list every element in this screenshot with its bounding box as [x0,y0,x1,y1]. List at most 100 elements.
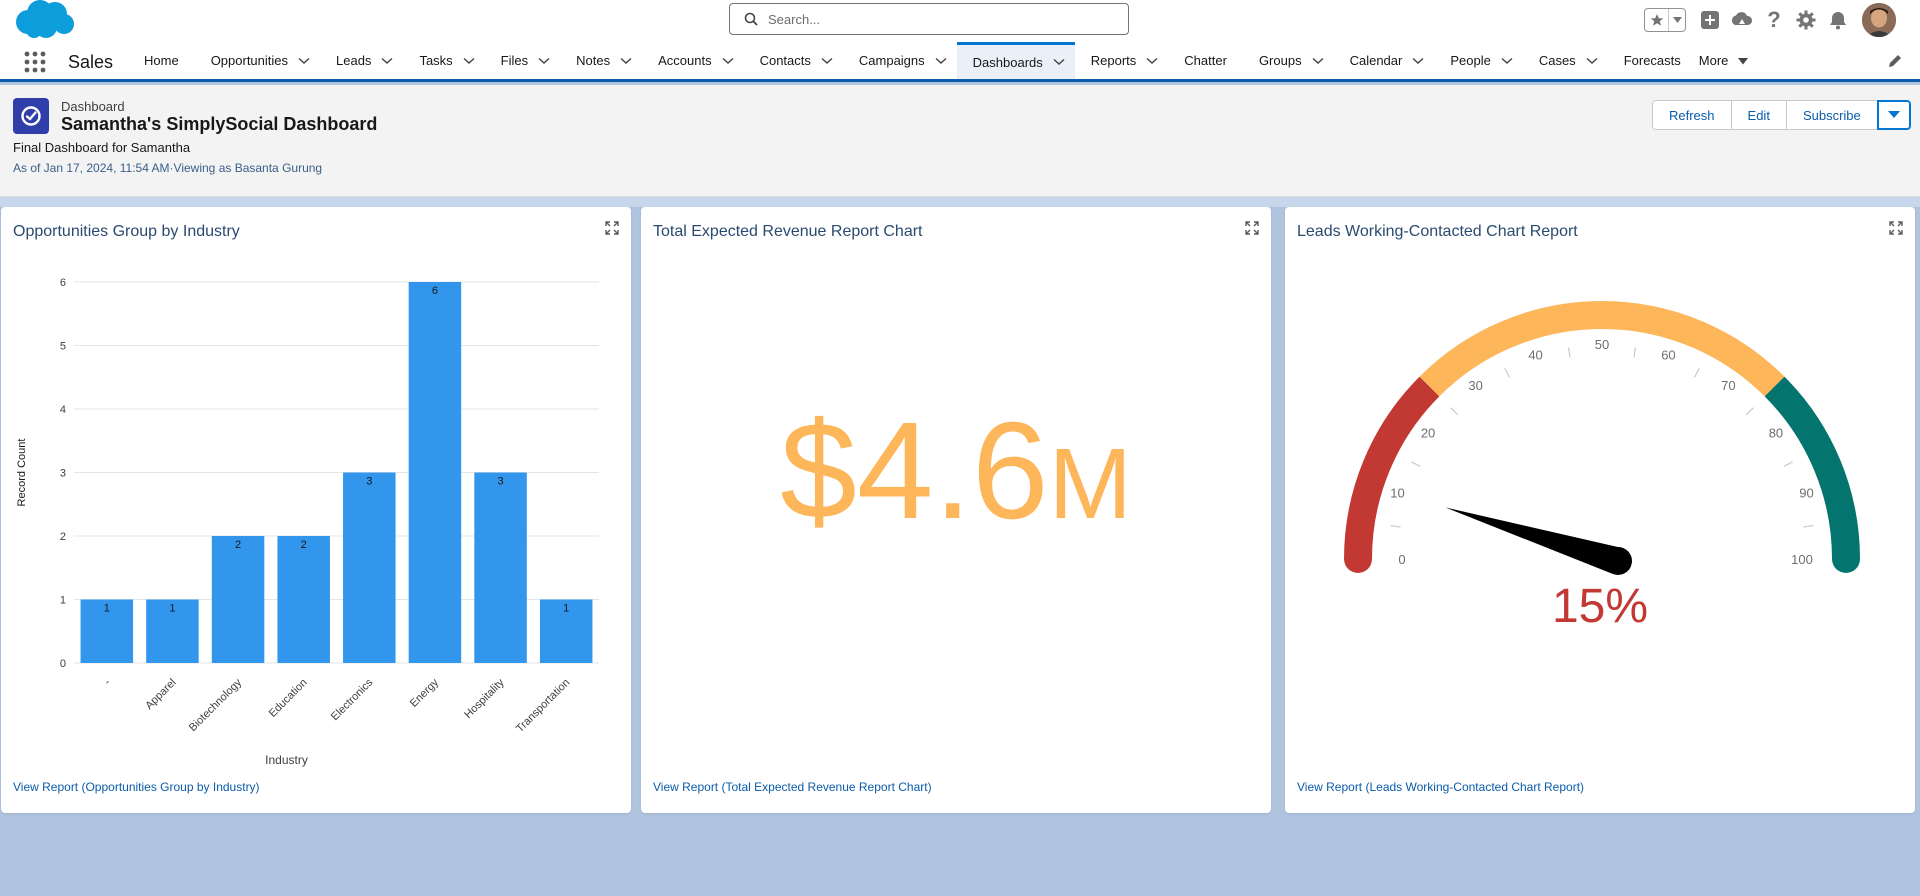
chevron-down-icon[interactable] [1491,42,1523,79]
gauge-tick [1411,461,1421,467]
chevron-down-icon[interactable] [1302,42,1334,79]
chevron-down-icon[interactable] [1043,44,1075,81]
trailhead-icon[interactable] [1730,8,1754,32]
more-actions-dropdown-button[interactable] [1876,100,1911,130]
app-name: Sales [68,52,114,72]
refresh-button[interactable]: Refresh [1652,100,1732,130]
nav-more-menu[interactable]: More [1697,42,1749,79]
bar [408,282,462,663]
bar-chart: 0 1 2 3 4 5 6 1 - 1 Apparel 2 Biotechnology 2 Educatio… [16,277,599,767]
nav-tab-campaigns[interactable]: Campaigns [843,42,957,79]
y-tick-label: 5 [60,341,66,353]
nav-tab-calendar[interactable]: Calendar [1334,42,1435,79]
gauge-tick [1450,407,1459,416]
nav-tab-files[interactable]: Files [485,42,560,79]
view-report-link[interactable]: View Report (Total Expected Revenue Repo… [653,780,932,794]
chevron-down-icon[interactable] [925,42,957,79]
search-input[interactable] [766,10,1106,28]
x-tick-label: Education [267,677,310,720]
gauge-tick [1694,368,1700,378]
x-tick-label: Hospitality [462,676,507,721]
chevron-down-icon[interactable] [453,42,485,79]
gauge-chart: 0 10 20 30 40 50 60 70 80 90 100 [1344,301,1860,575]
global-header: ? [0,0,1920,42]
notifications-bell-icon[interactable] [1826,8,1850,32]
chevron-down-icon[interactable] [288,42,320,79]
nav-tab-contacts[interactable]: Contacts [744,42,843,79]
metric-suffix: M [1048,428,1132,540]
gauge-end-cap [1344,545,1372,573]
nav-tab-reports[interactable]: Reports [1075,42,1169,79]
nav-tab-people[interactable]: People [1434,42,1522,79]
salesforce-logo-icon[interactable] [14,0,76,40]
gauge-tick [1567,347,1571,358]
chevron-down-icon[interactable] [1576,42,1608,79]
chevron-down-icon[interactable] [610,42,642,79]
expand-icon[interactable] [1245,221,1259,235]
nav-tab-home[interactable]: Home [128,42,195,79]
user-avatar[interactable] [1862,3,1896,37]
search-icon [744,12,758,26]
chevron-down-icon[interactable] [1136,42,1168,79]
chevron-down-icon[interactable] [371,42,403,79]
gauge-tick-label: 80 [1769,426,1783,441]
widget-leads-working-contacted: Leads Working-Contacted Chart Report 0 10… [1285,207,1915,813]
nav-tab-opportunities[interactable]: Opportunities [195,42,320,79]
view-report-link[interactable]: View Report (Leads Working-Contacted Cha… [1297,780,1584,794]
y-tick-label: 4 [60,404,66,416]
nav-tab-label: Opportunities [210,53,289,68]
app-launcher-waffle-icon[interactable] [24,51,46,73]
nav-tab-groups[interactable]: Groups [1243,42,1334,79]
widget-title: Total Expected Revenue Report Chart [653,223,923,240]
metric-number: $4.6 [780,394,1049,548]
nav-tab-tasks[interactable]: Tasks [403,42,484,79]
nav-tab-label: Reports [1090,53,1137,68]
bar [343,472,396,663]
nav-tabs: Home Opportunities Leads Tasks Files Notes Acc… [128,42,1749,81]
dashboard-canvas-background [0,197,1920,207]
nav-more-label: More [1698,53,1729,68]
nav-tab-leads[interactable]: Leads [320,42,403,79]
gauge-value-label: 15% [1551,580,1649,633]
data-label: 3 [366,476,372,488]
nav-tab-label: Leads [336,53,372,68]
nav-tab-cases[interactable]: Cases [1523,42,1608,79]
nav-tab-label: Cases [1538,53,1576,68]
x-tick-label: Apparel [143,677,178,712]
nav-tab-accounts[interactable]: Accounts [642,42,743,79]
gauge-end-cap [1832,545,1860,573]
global-actions-plus-icon[interactable] [1698,8,1722,32]
setup-gear-icon[interactable] [1794,8,1818,32]
nav-tab-notes[interactable]: Notes [560,42,642,79]
global-search-box[interactable] [729,3,1129,35]
nav-tab-label: Groups [1258,53,1302,68]
x-tick-label: Electronics [329,676,376,723]
y-tick-label: 3 [60,468,66,480]
gauge-tick-label: 60 [1661,348,1675,363]
edit-nav-pencil-icon[interactable] [1888,54,1902,68]
nav-tab-dashboards[interactable]: Dashboards [956,42,1075,81]
chevron-down-icon[interactable] [712,42,744,79]
y-tick-label: 0 [60,658,66,670]
gauge-tick [1633,347,1637,358]
gauge-segment [1764,376,1860,560]
view-report-link[interactable]: View Report (Opportunities Group by Indu… [13,780,260,794]
chevron-down-icon[interactable] [1402,42,1434,79]
gauge-tick-label: 50 [1595,337,1609,352]
edit-button[interactable]: Edit [1730,100,1787,130]
gauge-tick-label: 20 [1421,426,1435,441]
nav-tab-forecasts[interactable]: Forecasts [1608,42,1697,79]
chevron-down-icon[interactable] [811,42,843,79]
subscribe-button[interactable]: Subscribe [1785,100,1878,130]
favorites-star-icon[interactable] [1645,9,1669,31]
gauge-tick-label: 100 [1791,552,1813,567]
chevron-down-icon[interactable] [528,42,560,79]
help-icon[interactable]: ? [1762,8,1786,32]
widget-total-expected-revenue: Total Expected Revenue Report Chart $4.6… [641,207,1271,813]
favorites-dropdown-icon[interactable] [1669,9,1685,31]
dashboard-subtitle: Final Dashboard for Samantha [13,140,191,155]
nav-tab-label: Files [500,53,529,68]
y-tick-label: 2 [60,531,66,543]
nav-tab-chatter[interactable]: Chatter [1168,42,1243,79]
app-navigation-bar: Sales Home Opportunities Leads Tasks Files No… [0,42,1920,82]
